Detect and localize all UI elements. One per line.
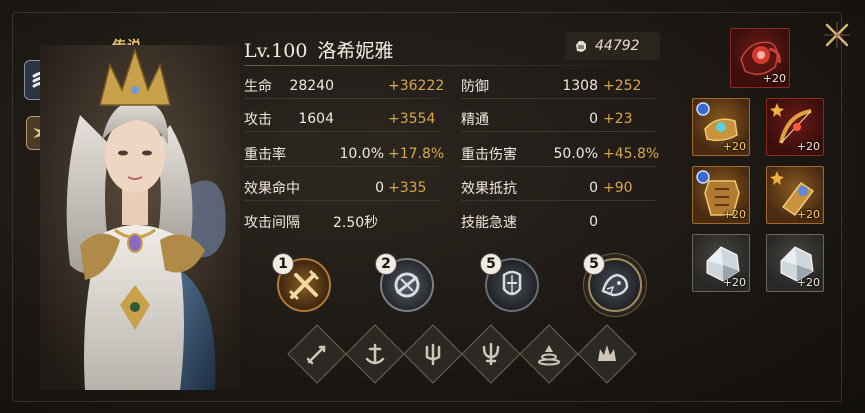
rune-slot-2[interactable] (345, 324, 405, 384)
character-name: 洛希妮雅 (317, 40, 394, 62)
stat-def: 防御 1308 +252 (461, 73, 656, 99)
equip-weapon-right[interactable]: +20 (766, 98, 824, 156)
warrior-helmet-icon (394, 272, 420, 298)
stat-value: 0 (589, 110, 598, 127)
character-title: Lv.100 洛希妮雅 (244, 36, 393, 63)
stat-bonus: +36222 (388, 77, 445, 94)
stat-label: 效果抵抗 (461, 180, 517, 197)
character-level: Lv.100 (244, 40, 308, 62)
stat-value: 28240 (289, 77, 334, 94)
enhance-level: +20 (796, 208, 820, 221)
anchor-rune-icon (365, 343, 385, 365)
stat-label: 生命 (244, 78, 272, 95)
beast-icon (601, 273, 629, 297)
stat-bonus: +23 (603, 110, 633, 127)
stat-value: 50.0% (553, 145, 598, 162)
equip-gem-1[interactable]: +20 (692, 234, 750, 292)
stat-hp: 生命 28240 +36222 (244, 73, 444, 99)
stat-value: 0 (589, 179, 598, 196)
crossed-swords-icon (288, 269, 320, 301)
fountain-rune-icon (538, 345, 560, 366)
stat-bonus: +90 (603, 179, 633, 196)
crown-rune-icon (598, 345, 616, 361)
sword-rune-icon (306, 345, 326, 365)
stat-label: 精通 (461, 111, 489, 128)
stat-atk: 攻击 1604 +3554 (244, 106, 439, 132)
equip-armor[interactable]: +20 (692, 166, 750, 224)
stat-bonus: +252 (603, 77, 642, 94)
stat-value: 0 (375, 179, 384, 196)
power-value: 44792 (595, 38, 640, 54)
stat-bonus: +335 (388, 179, 427, 196)
rune-slot-4[interactable] (461, 324, 521, 384)
enhance-level: +20 (762, 72, 786, 85)
equip-weapon-left[interactable]: +20 (692, 98, 750, 156)
stat-label: 攻击间隔 (244, 215, 300, 231)
crown-trident-rune-icon (482, 342, 500, 366)
stat-value: 0 (589, 214, 598, 230)
equip-accessory[interactable]: +20 (730, 28, 790, 88)
stat-bonus: +3554 (388, 110, 436, 127)
power-fist-icon (576, 41, 586, 52)
skill-2-level: 2 (375, 253, 397, 275)
stat-mastery: 精通 0 +23 (461, 106, 656, 132)
equip-gem-2[interactable]: +20 (766, 234, 824, 292)
trident-rune-icon (425, 343, 441, 366)
enhance-level: +20 (796, 276, 820, 289)
skill-4-level: 5 (583, 253, 605, 275)
skill-1-level: 1 (272, 253, 294, 275)
character-portrait (40, 45, 240, 390)
combat-power: 44792 (565, 32, 660, 60)
stat-label: 效果命中 (244, 180, 300, 197)
enhance-level: +20 (722, 208, 746, 221)
stat-bonus: +17.8% (388, 145, 445, 162)
enhance-level: +20 (796, 140, 820, 153)
stat-bonus: +45.8% (603, 145, 660, 162)
stat-effect-res: 效果抵抗 0 +90 (461, 175, 656, 201)
equip-gloves[interactable]: +20 (766, 166, 824, 224)
stat-value: 10.0% (339, 145, 384, 162)
rune-slot-3[interactable] (403, 324, 463, 384)
close-icon (824, 22, 850, 48)
stat-value: 1604 (298, 110, 334, 127)
enhance-level: +20 (722, 276, 746, 289)
stat-label: 重击伤害 (461, 146, 517, 163)
close-button[interactable] (822, 20, 852, 50)
stat-value: 2.50秒 (333, 215, 379, 231)
stat-label: 攻击 (244, 111, 272, 128)
stat-attack-interval: 攻击间隔 2.50秒 (244, 209, 439, 235)
stat-label: 重击率 (244, 146, 286, 163)
header-divider (244, 65, 654, 66)
stat-skill-haste: 技能急速 0 (461, 209, 656, 235)
rune-slot-5[interactable] (519, 324, 579, 384)
knight-mask-icon (502, 270, 522, 296)
stat-effect-hit: 效果命中 0 +335 (244, 175, 439, 201)
stat-label: 技能急速 (461, 215, 517, 231)
enhance-level: +20 (722, 140, 746, 153)
character-panel: 传说 (0, 0, 865, 413)
rune-slot-6[interactable] (577, 324, 637, 384)
stat-value: 1308 (562, 77, 598, 94)
stat-crit-rate: 重击率 10.0% +17.8% (244, 141, 444, 167)
rune-slot-1[interactable] (287, 324, 347, 384)
stat-crit-dmg: 重击伤害 50.0% +45.8% (461, 141, 660, 167)
skill-3-level: 5 (480, 253, 502, 275)
stat-label: 防御 (461, 78, 489, 95)
